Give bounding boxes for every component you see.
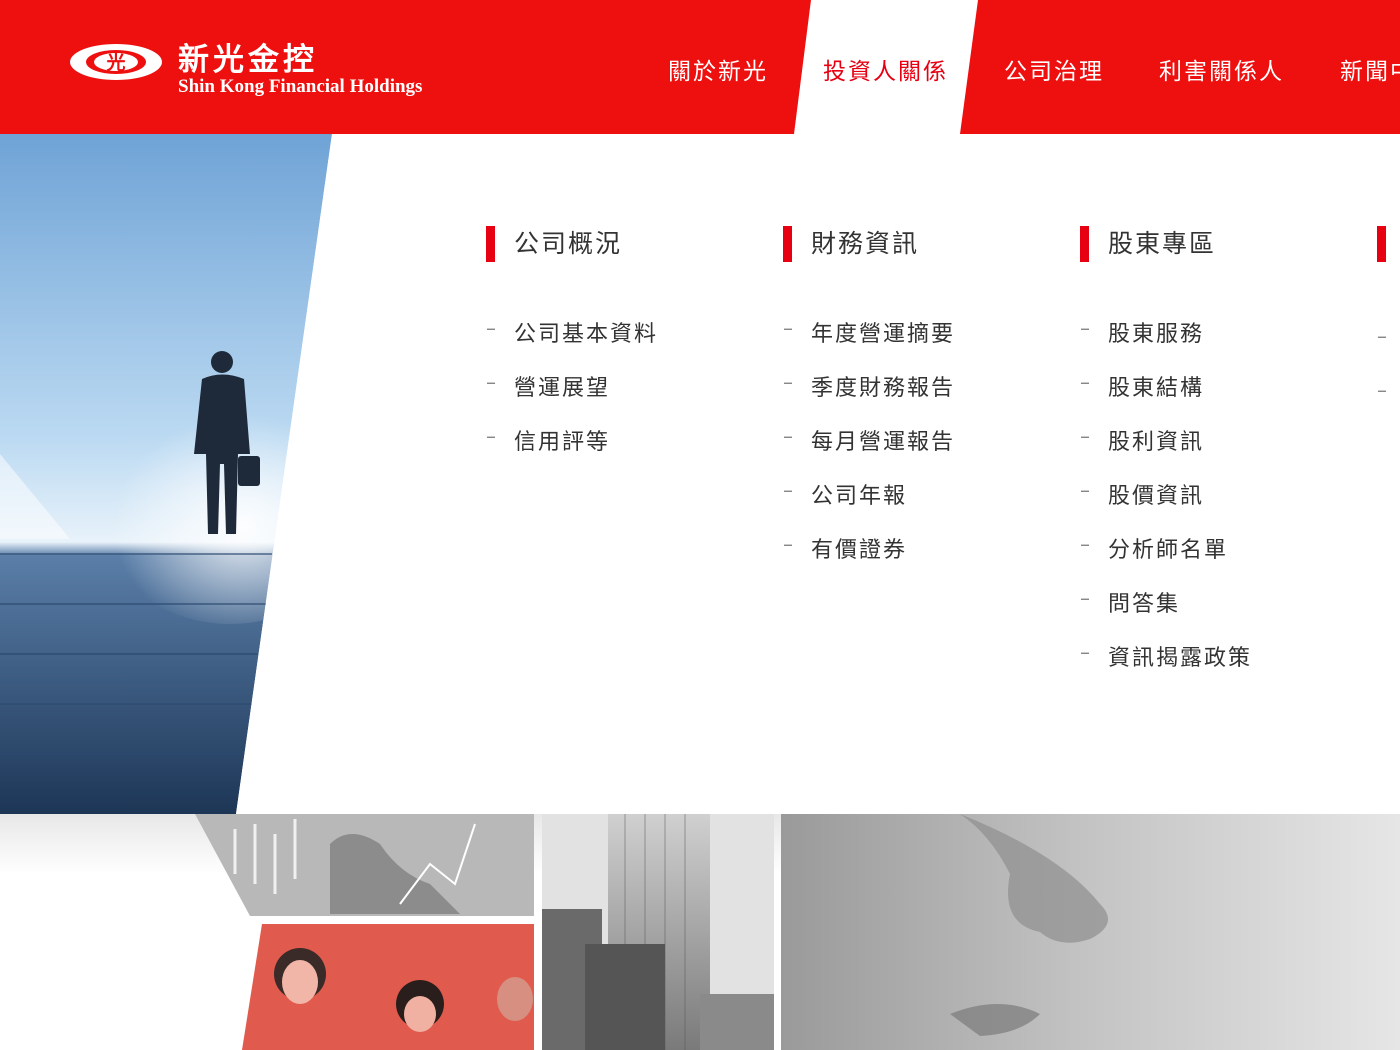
accent-bar (486, 226, 495, 262)
dash-bullet: – (1080, 478, 1092, 502)
menu-item-company-profile[interactable]: – 公司基本資料 (486, 316, 658, 370)
menu-item-securities[interactable]: – 有價證券 (783, 532, 955, 586)
dash-bullet: – (783, 316, 795, 340)
dash-bullet: – (783, 478, 795, 502)
nav-about[interactable]: 關於新光 (668, 52, 768, 86)
dash-bullet: – (783, 370, 795, 394)
dash-bullet: – (1080, 532, 1092, 556)
face-closeup-photo (781, 814, 1400, 1050)
menu-item-analyst-list[interactable]: – 分析師名單 (1080, 532, 1252, 586)
menu-item-shareholder-structure[interactable]: – 股東結構 (1080, 370, 1252, 424)
menu-item-stock-price[interactable]: – 股價資訊 (1080, 478, 1252, 532)
nav-investor-relations[interactable]: 投資人關係 (823, 52, 948, 86)
menu-item-outlook[interactable]: – 營運展望 (486, 370, 658, 424)
dash-bullet: – (1377, 324, 1387, 348)
dash-bullet: – (486, 316, 498, 340)
menu-item-shareholder-services[interactable]: – 股東服務 (1080, 316, 1252, 370)
dash-bullet: – (783, 424, 795, 448)
dash-bullet: – (486, 424, 498, 448)
menu-item-annual-report[interactable]: – 公司年報 (783, 478, 955, 532)
menu-item-credit-rating[interactable]: – 信用評等 (486, 424, 658, 478)
dash-bullet: – (1377, 378, 1387, 402)
menu-column-financial-info: 財務資訊 – 年度營運摘要 – 季度財務報告 – 每月營運報告 – 公司年報 – 有價證券 (783, 226, 955, 586)
menu-item-dividend-info[interactable]: – 股利資訊 (1080, 424, 1252, 478)
accent-bar (783, 226, 792, 262)
skyscraper-photo (542, 814, 774, 1050)
photo-collage (0, 814, 1400, 1050)
dash-bullet: – (1080, 424, 1092, 448)
team-meeting-photo (242, 924, 534, 1050)
dash-bullet: – (486, 370, 498, 394)
nav-news[interactable]: 新聞中 (1340, 52, 1400, 86)
dash-bullet: – (1080, 640, 1092, 664)
menu-item-quarterly-report[interactable]: – 季度財務報告 (783, 370, 955, 424)
menu-column-shareholders: 股東專區 – 股東服務 – 股東結構 – 股利資訊 – 股價資訊 – 分析師名單 – 問答集… (1080, 226, 1252, 694)
menu-item-annual-summary[interactable]: – 年度營運摘要 (783, 316, 955, 370)
dash-bullet: – (1080, 370, 1092, 394)
menu-item-disclosure-policy[interactable]: – 資訊揭露政策 (1080, 640, 1252, 694)
nav-stakeholders[interactable]: 利害關係人 (1159, 52, 1284, 86)
menu-item-monthly-report[interactable]: – 每月營運報告 (783, 424, 955, 478)
accent-bar (1377, 226, 1386, 262)
nav-corporate-governance[interactable]: 公司治理 (1004, 52, 1104, 86)
menu-item-faq[interactable]: – 問答集 (1080, 586, 1252, 640)
menu-column-company-overview: 公司概況 – 公司基本資料 – 營運展望 – 信用評等 (486, 226, 658, 478)
site-header: 光 新光金控 Shin Kong Financial Holdings 關於新光… (0, 0, 1400, 134)
menu-column-title: 股東專區 (1080, 226, 1252, 262)
dash-bullet: – (1080, 316, 1092, 340)
accent-bar (1080, 226, 1089, 262)
dash-bullet: – (1080, 586, 1092, 610)
stock-chart-hand-photo (195, 814, 534, 916)
dash-bullet: – (783, 532, 795, 556)
menu-column-title: 公司概況 (486, 226, 658, 262)
main-nav: 關於新光 投資人關係 公司治理 利害關係人 新聞中 (0, 0, 1400, 134)
menu-column-title: 財務資訊 (783, 226, 955, 262)
investor-relations-dropdown: 公司概況 – 公司基本資料 – 營運展望 – 信用評等 財務資訊 – 年度營運摘要 – 季… (0, 134, 1400, 814)
